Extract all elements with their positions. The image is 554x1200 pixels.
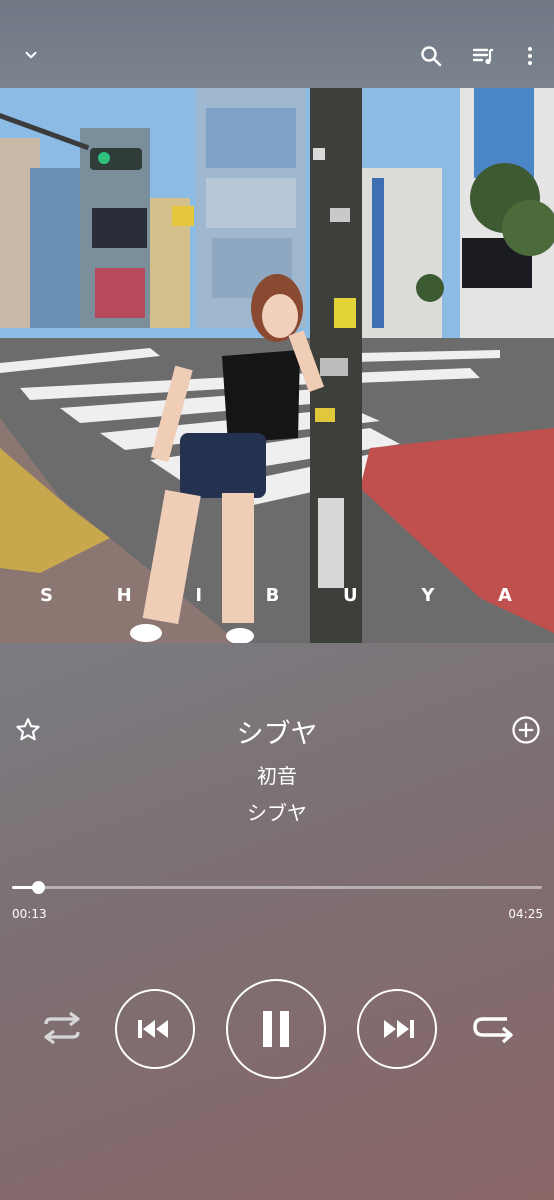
seek-bar[interactable] [12, 881, 542, 894]
add-circle-icon[interactable] [509, 713, 543, 747]
seek-bar-thumb[interactable] [31, 881, 45, 894]
total-time: 04:25 [508, 907, 543, 921]
artwork-letter: Y [421, 585, 437, 606]
chevron-down-icon[interactable] [16, 40, 46, 70]
skip-previous-icon [138, 1020, 168, 1038]
elapsed-time: 00:13 [12, 907, 47, 921]
artwork-letter: A [498, 585, 514, 606]
pause-icon [263, 1011, 289, 1047]
artwork-letter: I [195, 585, 205, 606]
top-app-bar [0, 0, 554, 88]
previous-button[interactable] [115, 989, 195, 1069]
search-icon[interactable] [416, 41, 446, 71]
artwork-letter: H [116, 585, 134, 606]
skip-next-icon [384, 1020, 414, 1038]
queue-music-icon[interactable] [468, 41, 498, 71]
artwork-letter: U [343, 585, 360, 606]
shuffle-icon[interactable] [38, 1008, 86, 1048]
artwork-letter: S [40, 585, 55, 606]
track-artist: 初音 [257, 764, 297, 788]
artwork-photo [0, 88, 554, 643]
track-title: シブヤ [236, 719, 318, 750]
next-button[interactable] [357, 989, 437, 1069]
album-artwork: S H I B U Y A [0, 88, 554, 643]
repeat-icon[interactable] [467, 1008, 519, 1052]
more-vert-icon[interactable] [515, 41, 545, 71]
play-pause-button[interactable] [226, 979, 326, 1079]
track-album: シブヤ [247, 801, 307, 825]
artwork-title-text: S H I B U Y A [0, 585, 554, 606]
artwork-letter: B [265, 585, 282, 606]
